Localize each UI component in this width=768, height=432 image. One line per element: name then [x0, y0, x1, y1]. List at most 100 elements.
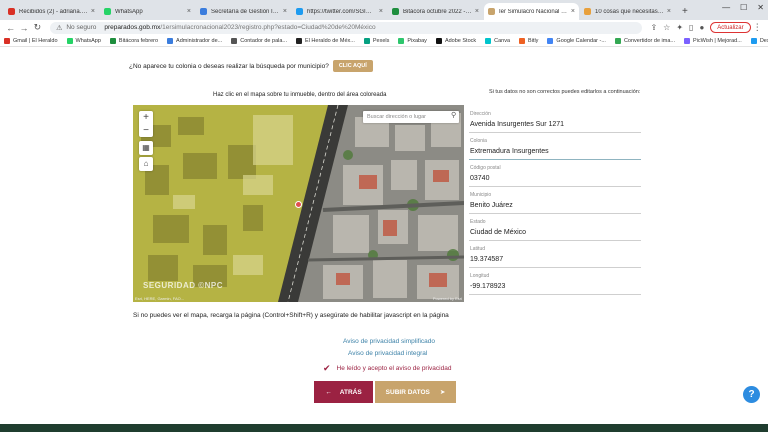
checkmark-icon[interactable]: ✔ — [323, 363, 331, 374]
extensions-icon[interactable]: ✦ — [676, 23, 683, 32]
bookmark-favicon-icon — [485, 37, 492, 44]
back-arrow-icon[interactable]: ← — [4, 23, 17, 33]
bookmark-item[interactable]: Contador de pala... — [231, 37, 287, 44]
maximize-icon[interactable]: ☐ — [740, 3, 747, 12]
send-icon: ➤ — [439, 389, 446, 396]
location-marker[interactable] — [295, 201, 302, 208]
share-icon[interactable]: ⇪ — [650, 23, 657, 32]
reload-icon[interactable]: ↻ — [31, 22, 44, 33]
municipality-field[interactable]: Municipio Benito Juárez — [469, 190, 641, 214]
bookmark-favicon-icon — [363, 37, 370, 44]
bookmark-item[interactable]: Descargar Twitter — [750, 37, 768, 44]
footer-strip — [0, 424, 768, 432]
forward-arrow-icon[interactable]: → — [17, 23, 30, 33]
bookmark-favicon-icon — [296, 37, 303, 44]
bookmark-label: El Heraldo de Méx... — [305, 37, 355, 44]
avatar[interactable]: ● — [699, 23, 704, 32]
home-icon[interactable]: ⌂ — [139, 157, 153, 171]
submit-data-button[interactable]: SUBIR DATOS ➤ — [375, 381, 456, 403]
bookmark-item[interactable]: WhatsApp — [66, 37, 101, 44]
address-field[interactable]: Dirección Avenida Insurgentes Sur 1271 — [469, 109, 641, 133]
bookmark-item[interactable]: Google Calendar -... — [547, 37, 606, 44]
new-tab-button[interactable]: + — [676, 6, 694, 20]
postal-code-value[interactable]: 03740 — [470, 175, 489, 182]
tab-label: https://twitter.com/SGIRPC_CI — [307, 8, 376, 15]
bookmark-favicon-icon — [4, 37, 10, 44]
accept-privacy-row[interactable]: ✔ He leído y acepto el aviso de privacid… — [323, 363, 451, 374]
back-button[interactable]: ← ATRÁS — [314, 381, 373, 403]
bookmark-item[interactable]: Pixabay — [398, 37, 427, 44]
tab-favicon-icon — [296, 8, 303, 15]
bookmark-favicon-icon — [167, 37, 174, 44]
browser-tab[interactable]: Bitácora octubre 2022 -Ibop × — [388, 3, 483, 20]
tab-close-icon[interactable]: × — [571, 8, 575, 15]
colonia-label: Colonia — [470, 138, 487, 144]
bookmark-item[interactable]: El Heraldo de Méx... — [296, 37, 355, 44]
longitude-value[interactable]: -99.178923 — [470, 283, 505, 290]
tab-favicon-icon — [200, 8, 207, 15]
security-label: No seguro — [66, 24, 97, 31]
browser-tab[interactable]: Ier Simulacro Nacional 2023 × — [484, 3, 579, 20]
close-window-icon[interactable]: ✕ — [757, 3, 764, 12]
bookmark-item[interactable]: Administrador de... — [167, 37, 222, 44]
map-instructions: Haz clic en el mapa sobre tu inmueble, d… — [213, 92, 387, 98]
map-attribution-left: Esri, HERE, Garmin, FAO... — [135, 296, 185, 301]
tab-close-icon[interactable]: × — [667, 8, 671, 15]
browser-tab[interactable]: Secretaría de Gestión Integral× — [196, 3, 291, 20]
postal-code-label: Código postal — [470, 165, 501, 171]
bookmark-item[interactable]: Canva — [485, 37, 510, 44]
tab-label: 10 cosas que necesitas saber — [595, 8, 664, 15]
browser-tab[interactable]: Recibidos (2) - adriana.juare × — [4, 3, 99, 20]
privacy-simplified-link[interactable]: Aviso de privacidad simplificado — [343, 338, 435, 345]
update-browser-button[interactable]: Actualizar — [710, 22, 751, 33]
postal-code-field[interactable]: Código postal 03740 — [469, 163, 641, 187]
tab-close-icon[interactable]: × — [379, 8, 383, 15]
state-label: Estado — [470, 219, 486, 225]
latitude-label: Latitud — [470, 246, 486, 252]
longitude-field[interactable]: Longitud -99.178923 — [469, 271, 641, 295]
browser-tab[interactable]: 10 cosas que necesitas saber× — [580, 3, 675, 20]
address-value[interactable]: Avenida Insurgentes Sur 1271 — [470, 121, 564, 128]
help-button[interactable]: ? — [743, 386, 760, 403]
basemap-gallery-icon[interactable]: ▦ — [139, 141, 153, 155]
zoom-out-button[interactable]: − — [139, 124, 153, 137]
bookmark-item[interactable]: PicWish | Mejorad... — [684, 37, 742, 44]
search-icon[interactable]: ⚲ — [451, 111, 456, 119]
sidepanel-icon[interactable]: ▯ — [689, 23, 693, 32]
state-value[interactable]: Ciudad de México — [470, 229, 526, 236]
zoom-in-button[interactable]: + — [139, 111, 153, 124]
tab-close-icon[interactable]: × — [283, 8, 287, 15]
clic-aqui-button[interactable]: CLIC AQUÍ — [332, 60, 373, 72]
bookmark-item[interactable]: Convertidor de ima... — [614, 37, 675, 44]
menu-kebab-icon[interactable]: ⋮ — [751, 22, 764, 33]
latitude-field[interactable]: Latitud 19.374587 — [469, 244, 641, 268]
satellite-map[interactable]: + − ▦ ⌂ Buscar dirección o lugar ⚲ SEGUR… — [133, 105, 464, 302]
bookmark-item[interactable]: Bitácora febrero — [109, 37, 158, 44]
url-path: /1ersimulacronacional2023/registro.php?e… — [160, 24, 376, 31]
tab-close-icon[interactable]: × — [475, 8, 479, 15]
minimize-icon[interactable]: — — [722, 3, 730, 12]
bookmark-star-icon[interactable]: ☆ — [663, 23, 670, 32]
submit-button-label: SUBIR DATOS — [385, 388, 430, 396]
form-edit-note: Si tus datos no son correctos puedes edi… — [489, 89, 641, 95]
colonia-field[interactable]: Colonia Extremadura Insurgentes — [469, 136, 641, 160]
bookmark-item[interactable]: Bitly — [519, 37, 538, 44]
map-search-input[interactable]: Buscar dirección o lugar — [363, 111, 459, 123]
map-watermark: SEGURIDAD ©NPC — [143, 281, 224, 290]
colonia-value[interactable]: Extremadura Insurgentes — [470, 148, 549, 155]
bookmark-item[interactable]: Gmail | El Heraldo — [4, 37, 58, 44]
tab-close-icon[interactable]: × — [187, 8, 191, 15]
privacy-full-link[interactable]: Aviso de privacidad integral — [348, 350, 427, 357]
municipality-value[interactable]: Benito Juárez — [470, 202, 513, 209]
bookmark-favicon-icon — [66, 37, 73, 44]
bookmark-item[interactable]: Adobe Stock — [435, 37, 476, 44]
tab-label: Recibidos (2) - adriana.juare — [19, 8, 88, 15]
tab-close-icon[interactable]: × — [91, 8, 95, 15]
address-bar[interactable]: ⚠ No seguro preparados.gob.mx /1ersimula… — [50, 21, 643, 34]
browser-tab[interactable]: WhatsApp × — [100, 3, 195, 20]
bookmark-item[interactable]: Pexels — [363, 37, 389, 44]
latitude-value[interactable]: 19.374587 — [470, 256, 503, 263]
state-field[interactable]: Estado Ciudad de México — [469, 217, 641, 241]
browser-tab[interactable]: https://twitter.com/SGIRPC_CI× — [292, 3, 387, 20]
arrow-left-icon: ← — [325, 388, 332, 396]
